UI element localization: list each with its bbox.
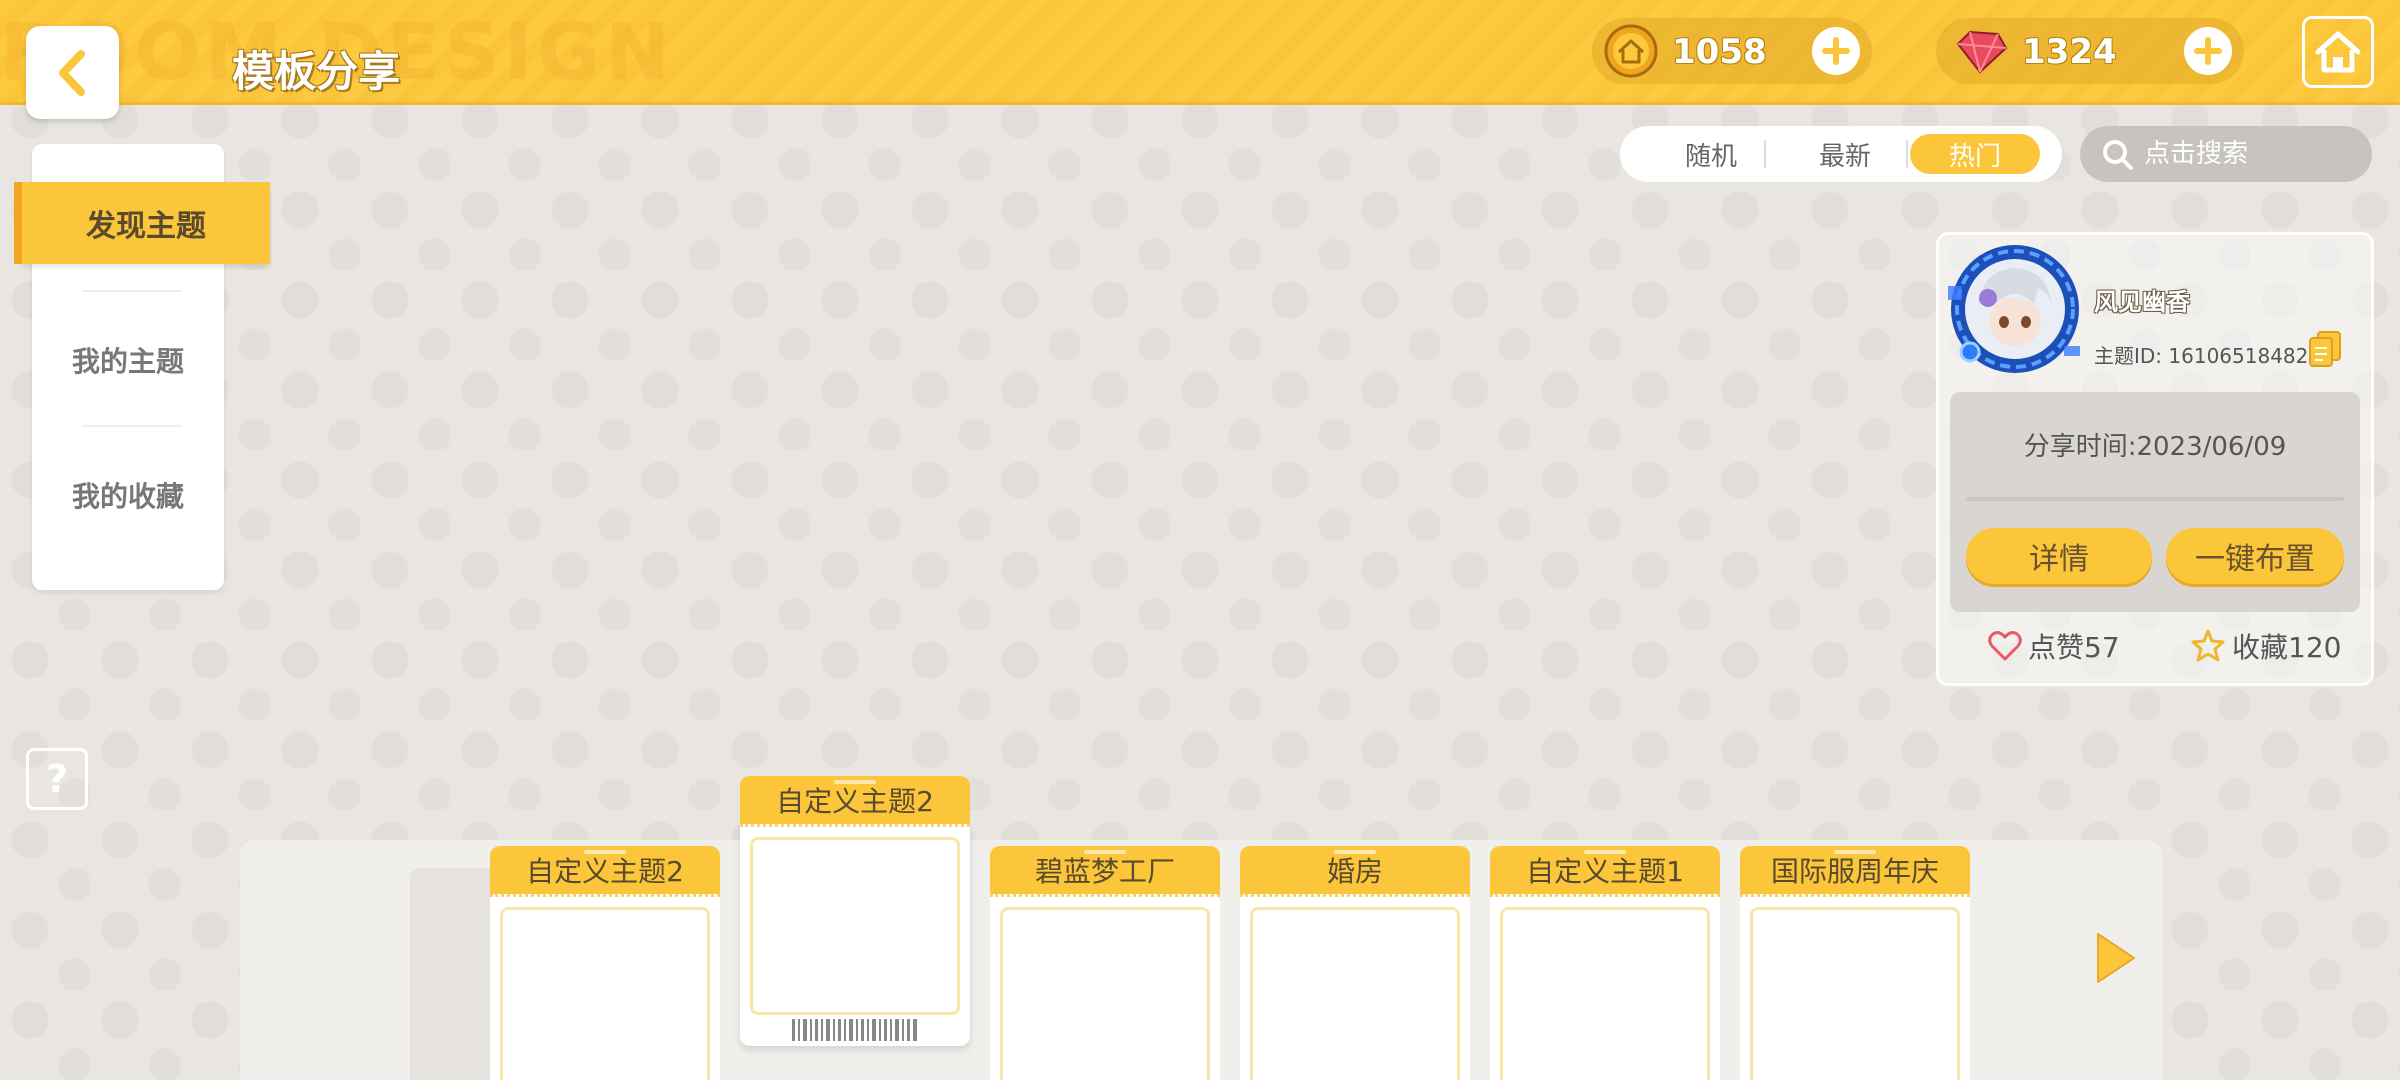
theme-tile-preview <box>1240 894 1470 1080</box>
plus-icon <box>2194 37 2222 65</box>
theme-tile-name: 自定义主题2 <box>526 855 684 888</box>
theme-tile-tab: 碧蓝梦工厂 <box>990 846 1220 894</box>
filter-separator <box>1764 140 1766 168</box>
heart-icon <box>1988 631 2022 661</box>
page-title: 模板分享 <box>232 47 401 96</box>
theme-tile-preview <box>490 894 720 1080</box>
nav-separator <box>82 425 182 427</box>
gem-counter: 1324 <box>1936 18 2244 84</box>
apply-layout-button[interactable]: 一键布置 <box>2166 528 2344 584</box>
theme-tile-preview <box>990 894 1220 1080</box>
star-icon <box>2191 629 2225 662</box>
coin-value: 1058 <box>1672 32 1767 72</box>
favorite-stat[interactable]: 收藏120 <box>2190 626 2341 666</box>
theme-tile-tab: 国际服周年庆 <box>1740 846 1970 894</box>
nav-item-my-favorites[interactable]: 我的收藏 <box>32 475 224 515</box>
gem-value: 1324 <box>2022 32 2117 72</box>
filter-separator <box>1906 140 1908 168</box>
search-icon <box>2103 140 2133 170</box>
author-avatar[interactable] <box>1946 240 2084 378</box>
nav-item-my-themes[interactable]: 我的主题 <box>32 340 224 380</box>
theme-tile-tab: 婚房 <box>1240 846 1470 894</box>
help-button[interactable]: ? <box>26 748 88 810</box>
favorite-count: 收藏120 <box>2232 631 2342 664</box>
copy-icon[interactable] <box>2308 330 2342 368</box>
nav-separator <box>82 290 182 292</box>
filter-tab-hot[interactable]: 热门 <box>1910 134 2040 174</box>
theme-tile-tab: 自定义主题2 <box>740 776 970 824</box>
theme-tile-tab: 自定义主题1 <box>1490 846 1720 894</box>
card-divider <box>1966 497 2344 501</box>
coin-counter: 1058 <box>1592 18 1872 84</box>
share-time: 分享时间:2023/06/09 <box>2023 432 2287 462</box>
theme-tile-preview <box>1740 894 1970 1080</box>
author-name: 风见幽香 <box>2094 288 2190 316</box>
filter-tab-random[interactable]: 随机 <box>1646 134 1776 174</box>
theme-tile-tab: 自定义主题2 <box>490 846 720 894</box>
theme-tile-name: 婚房 <box>1326 855 1383 888</box>
theme-id: 主题ID: 16106518482 <box>2094 344 2309 368</box>
back-button[interactable] <box>26 26 119 119</box>
carousel-left-edge <box>410 868 490 1080</box>
search-input[interactable] <box>2144 134 2354 174</box>
sort-filter-group: 随机 最新 热门 <box>1620 126 2062 182</box>
theme-tile-preview <box>1490 894 1720 1080</box>
add-gem-button[interactable] <box>2184 27 2232 75</box>
add-coin-button[interactable] <box>1812 27 1860 75</box>
detail-button[interactable]: 详情 <box>1966 528 2152 584</box>
theme-tile-name: 国际服周年庆 <box>1770 855 1939 888</box>
search-bar <box>2080 126 2372 182</box>
red-gem-icon <box>1956 30 2008 74</box>
theme-tile-name: 自定义主题2 <box>776 785 934 818</box>
like-count: 点赞57 <box>2028 631 2120 664</box>
home-button[interactable] <box>2302 16 2374 88</box>
like-stat[interactable]: 点赞57 <box>1988 626 2120 666</box>
plus-icon <box>1822 37 1850 65</box>
barcode-icon <box>792 1019 917 1041</box>
theme-tile-name: 碧蓝梦工厂 <box>1034 855 1175 888</box>
nav-item-discover[interactable]: 发现主题 <box>22 182 270 264</box>
carousel-next-arrow-icon[interactable] <box>2094 930 2138 986</box>
theme-tile-preview <box>740 824 970 1046</box>
home-icon <box>2315 31 2361 73</box>
chevron-left-icon <box>58 49 85 96</box>
filter-tab-latest[interactable]: 最新 <box>1780 134 1910 174</box>
coin-house-icon <box>1604 24 1658 78</box>
theme-tile-name: 自定义主题1 <box>1526 855 1684 888</box>
